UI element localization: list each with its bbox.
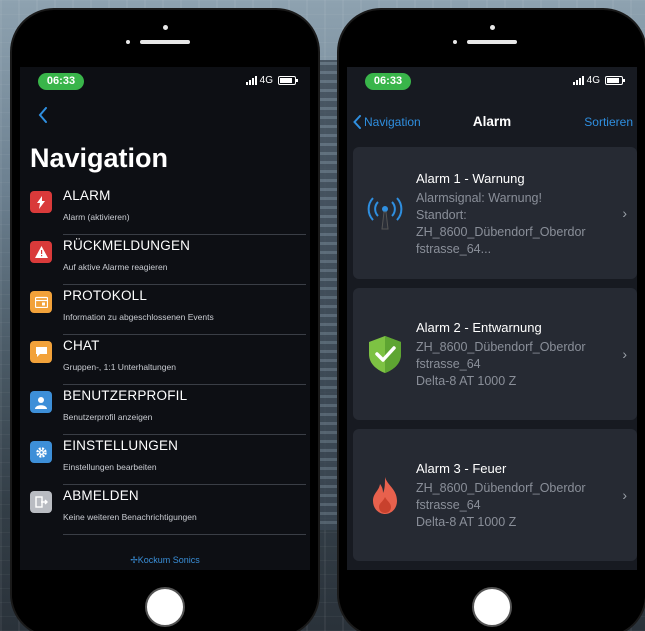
alarm-title: Alarm 1 - Warnung bbox=[416, 171, 525, 186]
nav-item-subtitle: Gruppen-, 1:1 Unterhaltungen bbox=[63, 362, 176, 372]
alarm-detail: fstrasse_64 bbox=[416, 357, 481, 371]
fire-icon bbox=[365, 475, 405, 515]
nav-item-label: ALARM bbox=[63, 188, 111, 203]
nav-item-alarm[interactable]: ALARM Alarm (aktivieren) bbox=[30, 185, 310, 235]
nav-item-subtitle: Keine weiteren Benachrichtigungen bbox=[63, 512, 197, 522]
front-camera bbox=[163, 25, 168, 30]
earpiece bbox=[467, 40, 517, 44]
chevron-right-icon: › bbox=[622, 205, 627, 221]
sensor-dot bbox=[126, 40, 130, 44]
navigation-screen: 06:33 4G Navigation ALARM Alarm (aktivie… bbox=[20, 67, 310, 570]
lightning-icon bbox=[30, 191, 52, 213]
alarm-card[interactable]: Alarm 3 - Feuer ZH_8600_Dübendorf_Oberdo… bbox=[353, 429, 637, 561]
nav-item-benutzerprofil[interactable]: BENUTZERPROFIL Benutzerprofil anzeigen bbox=[30, 385, 310, 435]
antenna-icon bbox=[365, 193, 405, 233]
nav-item-chat[interactable]: CHAT Gruppen-, 1:1 Unterhaltungen bbox=[30, 335, 310, 385]
nav-item-label: RÜCKMELDUNGEN bbox=[63, 238, 191, 253]
chat-icon bbox=[30, 341, 52, 363]
nav-item-label: EINSTELLUNGEN bbox=[63, 438, 179, 453]
front-camera bbox=[490, 25, 495, 30]
shield-check-icon bbox=[365, 334, 405, 374]
alarm-detail: Standort: bbox=[416, 208, 467, 222]
nav-item-subtitle: Einstellungen bearbeiten bbox=[63, 462, 157, 472]
alarm-title: Alarm 2 - Entwarnung bbox=[416, 320, 542, 335]
status-time: 06:33 bbox=[38, 73, 84, 90]
nav-item-label: CHAT bbox=[63, 338, 100, 353]
alarm-screen: 06:33 4G Navigation Alarm Sortieren Alar… bbox=[347, 67, 637, 570]
logout-icon bbox=[30, 491, 52, 513]
user-icon bbox=[30, 391, 52, 413]
nav-item-einstellungen[interactable]: EINSTELLUNGEN Einstellungen bearbeiten bbox=[30, 435, 310, 485]
brand-footer: ✢Kockum Sonics bbox=[20, 555, 310, 566]
chevron-right-icon: › bbox=[622, 487, 627, 503]
earpiece bbox=[140, 40, 190, 44]
alarm-detail: ZH_8600_Dübendorf_Oberdor bbox=[416, 481, 586, 495]
navigation-bar: Navigation Alarm Sortieren bbox=[347, 113, 637, 135]
battery-icon bbox=[605, 76, 625, 85]
alarm-detail: Delta-8 AT 1000 Z bbox=[416, 515, 517, 529]
nav-item-label: BENUTZERPROFIL bbox=[63, 388, 188, 403]
network-label: 4G bbox=[259, 75, 273, 86]
nav-item-label: ABMELDEN bbox=[63, 488, 139, 503]
back-chevron-icon[interactable] bbox=[38, 107, 48, 128]
phone-left: 06:33 4G Navigation ALARM Alarm (aktivie… bbox=[12, 10, 318, 631]
home-button[interactable] bbox=[145, 587, 185, 627]
chevron-right-icon: › bbox=[622, 346, 627, 362]
battery-icon bbox=[278, 76, 298, 85]
alarm-detail: fstrasse_64 bbox=[416, 498, 481, 512]
alarm-detail: ZH_8600_Dübendorf_Oberdor bbox=[416, 340, 586, 354]
gear-icon bbox=[30, 441, 52, 463]
nav-item-subtitle: Auf aktive Alarme reagieren bbox=[63, 262, 168, 272]
alarm-card[interactable]: Alarm 1 - Warnung Alarmsignal: Warnung! … bbox=[353, 147, 637, 279]
navigation-list: ALARM Alarm (aktivieren) RÜCKMELDUNGEN A… bbox=[30, 185, 310, 535]
signal-icon bbox=[245, 76, 257, 85]
nav-item-rueckmeldungen[interactable]: RÜCKMELDUNGEN Auf aktive Alarme reagiere… bbox=[30, 235, 310, 285]
brand-logo-icon: ✢ bbox=[130, 555, 138, 565]
nav-item-subtitle: Information zu abgeschlossenen Events bbox=[63, 312, 214, 322]
nav-item-abmelden[interactable]: ABMELDEN Keine weiteren Benachrichtigung… bbox=[30, 485, 310, 535]
nav-item-protokoll[interactable]: PROTOKOLL Information zu abgeschlossenen… bbox=[30, 285, 310, 335]
alarm-detail: fstrasse_64... bbox=[416, 242, 492, 256]
network-label: 4G bbox=[586, 75, 600, 86]
alarm-title: Alarm 3 - Feuer bbox=[416, 461, 507, 476]
nav-item-subtitle: Alarm (aktivieren) bbox=[63, 212, 130, 222]
page-title: Navigation bbox=[30, 143, 169, 173]
home-button[interactable] bbox=[472, 587, 512, 627]
phone-right: 06:33 4G Navigation Alarm Sortieren Alar… bbox=[339, 10, 645, 631]
divider bbox=[63, 534, 306, 535]
nav-item-subtitle: Benutzerprofil anzeigen bbox=[63, 412, 153, 422]
nav-item-label: PROTOKOLL bbox=[63, 288, 148, 303]
sort-button[interactable]: Sortieren bbox=[584, 115, 633, 129]
brand-name: Kockum Sonics bbox=[137, 555, 200, 565]
warning-icon bbox=[30, 241, 52, 263]
sensor-dot bbox=[453, 40, 457, 44]
calendar-icon bbox=[30, 291, 52, 313]
status-bar: 06:33 4G bbox=[347, 71, 637, 91]
status-bar: 06:33 4G bbox=[20, 71, 310, 91]
alarm-detail: ZH_8600_Dübendorf_Oberdor bbox=[416, 225, 586, 239]
status-time: 06:33 bbox=[365, 73, 411, 90]
alarm-card[interactable]: Alarm 2 - Entwarnung ZH_8600_Dübendorf_O… bbox=[353, 288, 637, 420]
signal-icon bbox=[572, 76, 584, 85]
alarm-detail: Delta-8 AT 1000 Z bbox=[416, 374, 517, 388]
alarm-detail: Alarmsignal: Warnung! bbox=[416, 191, 542, 205]
